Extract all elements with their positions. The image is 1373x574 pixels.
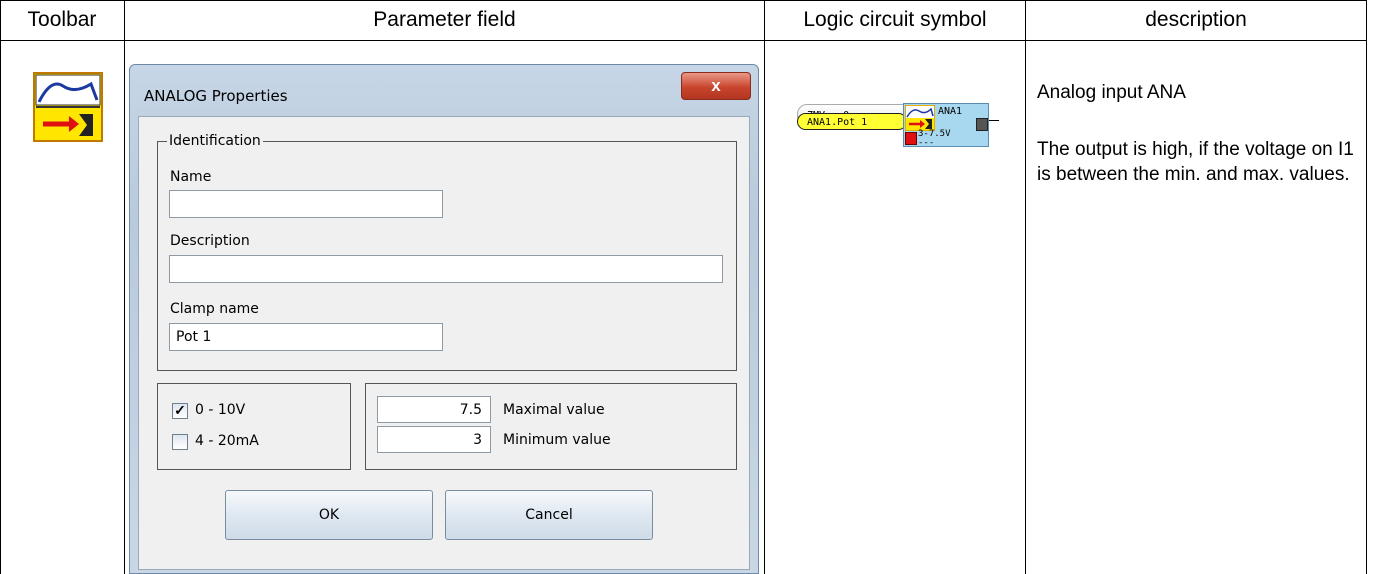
table-header-divider (0, 40, 1367, 41)
analog-wave-arrow-icon (35, 74, 101, 136)
analog-properties-dialog: ANALOG Properties x Identification Name … (129, 64, 759, 574)
block-dashes: --- (918, 138, 935, 148)
table-border-right (1366, 0, 1367, 574)
input-pin (905, 132, 917, 145)
check-icon: ✓ (174, 402, 186, 418)
analog-block-icon (905, 105, 935, 131)
range-4-20ma-label: 4 - 20mA (195, 433, 259, 449)
block-name: ANA1 (938, 106, 963, 117)
table-divider (124, 0, 125, 574)
clamp-name-input[interactable] (169, 323, 443, 351)
header-toolbar: Toolbar (27, 8, 97, 31)
close-button[interactable]: x (681, 72, 751, 100)
name-label: Name (170, 169, 212, 185)
header-description: description (1145, 8, 1247, 31)
clamp-name-label: Clamp name (170, 301, 259, 317)
range-group (157, 383, 351, 470)
input-tag: ANA1.Pot 1 (797, 113, 907, 130)
ok-button[interactable]: OK (225, 490, 433, 540)
output-pin (976, 118, 988, 131)
max-value-label: Maximal value (503, 402, 605, 418)
output-wire (989, 120, 999, 121)
header-logic-symbol: Logic circuit symbol (803, 8, 987, 31)
max-value-input[interactable] (377, 396, 491, 423)
range-4-20ma-checkbox[interactable] (172, 434, 188, 450)
range-0-10v-label: 0 - 10V (195, 402, 246, 418)
table-divider (764, 0, 765, 574)
cancel-button[interactable]: Cancel (445, 490, 653, 540)
description-input[interactable] (169, 255, 723, 283)
range-0-10v-checkbox[interactable]: ✓ (172, 403, 188, 419)
input-tag-label: ANA1.Pot 1 (807, 117, 868, 128)
close-icon: x (711, 76, 721, 95)
min-value-label: Minimum value (503, 432, 611, 448)
description-text: The output is high, if the voltage on I1… (1037, 139, 1354, 185)
min-value-input[interactable] (377, 426, 491, 453)
analog-toolbar-icon[interactable] (33, 72, 103, 142)
dialog-title: ANALOG Properties (144, 87, 288, 105)
identification-legend: Identification (167, 133, 263, 149)
table-border-left (0, 0, 1, 574)
name-input[interactable] (169, 190, 443, 218)
table-divider (1025, 0, 1026, 574)
description-label: Description (170, 233, 250, 249)
dialog-client-area: Identification Name Description Clamp na… (138, 116, 750, 570)
description-title: Analog input ANA (1037, 82, 1186, 103)
header-parameter-field: Parameter field (373, 8, 516, 31)
ana-block[interactable]: ANA1 3-7.5V --- (903, 103, 989, 148)
